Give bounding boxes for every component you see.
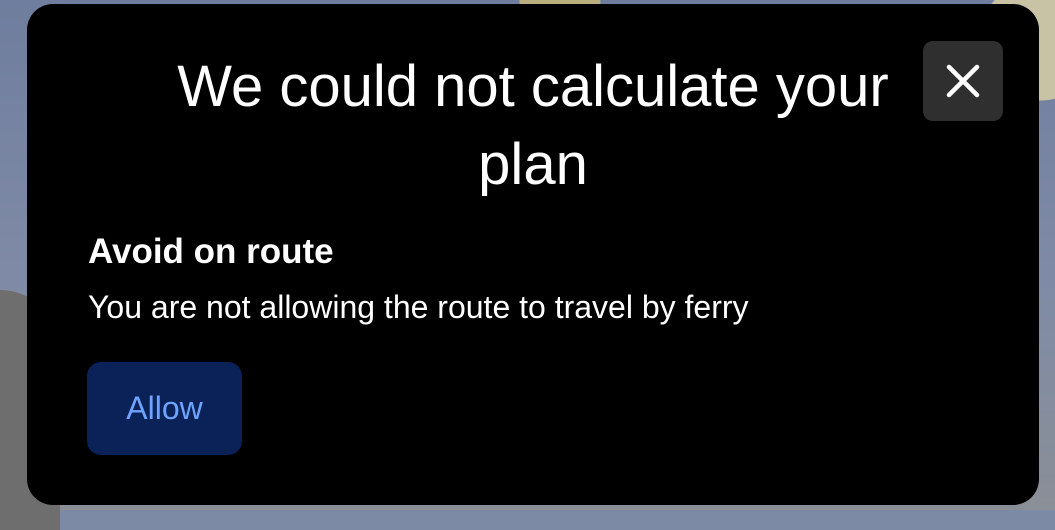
- avoid-on-route-description: You are not allowing the route to travel…: [88, 289, 749, 325]
- close-icon: [943, 61, 983, 101]
- allow-button[interactable]: Allow: [87, 362, 242, 455]
- close-button[interactable]: [923, 41, 1003, 121]
- avoid-on-route-heading: Avoid on route: [88, 232, 334, 271]
- route-error-dialog: We could not calculate your plan Avoid o…: [27, 4, 1039, 505]
- dialog-title: We could not calculate your plan: [177, 54, 889, 197]
